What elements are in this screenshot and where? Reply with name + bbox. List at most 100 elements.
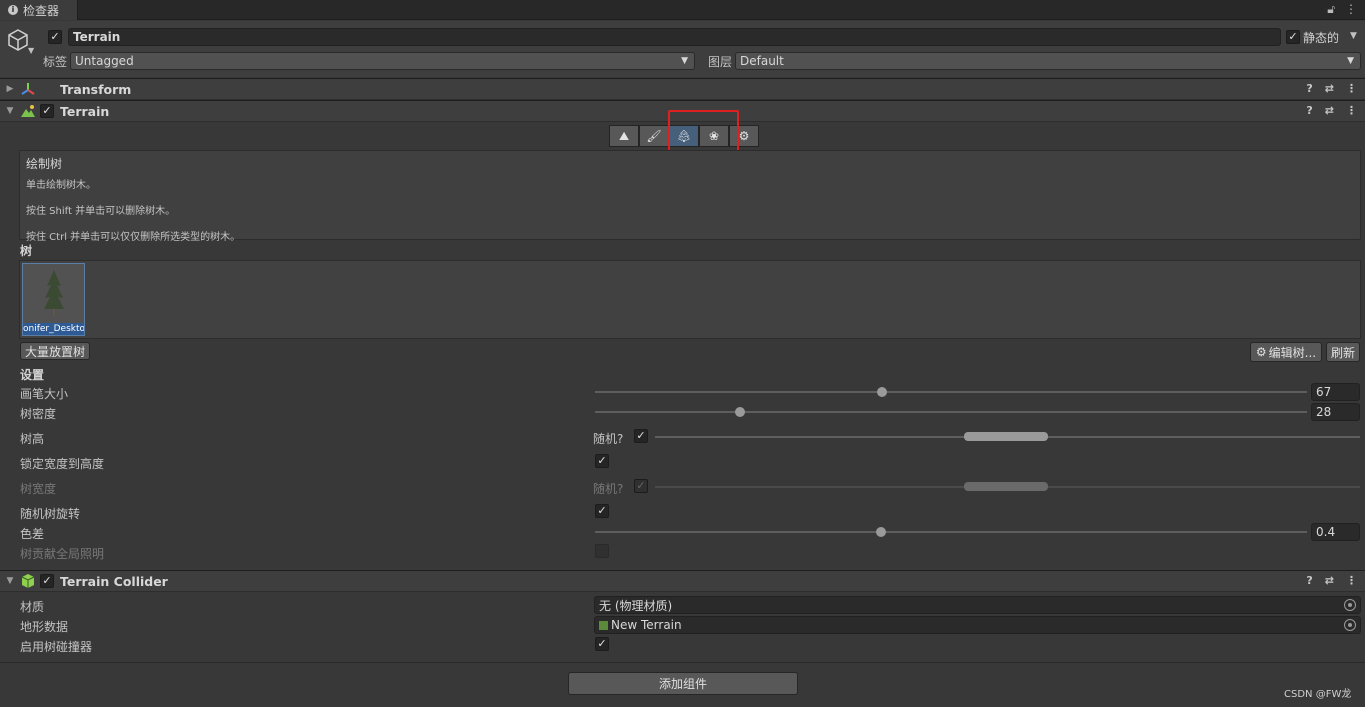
color-variation-slider-track[interactable] (595, 531, 1307, 533)
gear-icon: ⚙︎ (1255, 345, 1267, 359)
more-menu-icon[interactable]: ⋮ (1345, 2, 1357, 17)
material-object-field[interactable]: 无 (物理材质) (594, 596, 1361, 614)
tree-prototype-item[interactable]: onifer_Deskto (22, 263, 85, 336)
tree-density-slider-track[interactable] (595, 411, 1307, 413)
terrain-data-label: 地形数据 (20, 620, 69, 634)
brush-size-slider-knob[interactable] (877, 387, 887, 397)
conifer-tree-thumbnail (44, 270, 64, 316)
tag-dropdown[interactable]: Untagged ▼ (70, 52, 695, 70)
chevron-down-icon: ▼ (1347, 56, 1354, 66)
layer-dropdown[interactable]: Default ▼ (735, 52, 1361, 70)
lock-width-label: 锁定宽度到高度 (20, 457, 105, 471)
paint-texture-button[interactable]: 🖌︎ (639, 125, 669, 147)
tree-height-label: 树高 (20, 432, 45, 446)
terrain-settings-icon: ⚙︎ (738, 129, 750, 143)
collapse-arrow-icon[interactable]: ▼ (2, 106, 18, 116)
active-checkbox[interactable]: ✓ (48, 30, 62, 44)
preset-icon[interactable]: ⇄ (1325, 82, 1334, 95)
help-icon[interactable]: ? (1306, 574, 1312, 587)
tree-height-random-label: 随机? (593, 432, 624, 446)
inspector-tab-label: 检查器 (23, 3, 60, 18)
terrain-enabled-checkbox[interactable]: ✓ (40, 104, 54, 118)
contribute-gi-label: 树贡献全局照明 (20, 547, 105, 561)
color-variation-slider-knob[interactable] (876, 527, 886, 537)
tree-prototype-label: onifer_Deskto (23, 323, 84, 335)
inspector-tab[interactable]: i 检查器 (0, 0, 78, 20)
lock-width-checkbox[interactable]: ✓ (595, 454, 609, 468)
tag-label: 标签 (43, 55, 68, 69)
help-line: 单击绘制树木。 (26, 180, 96, 191)
transform-component-header[interactable]: ▶ Transform ? ⇄ ⋮ (0, 78, 1365, 100)
random-rotation-label: 随机树旋转 (20, 507, 81, 521)
add-component-button[interactable]: 添加组件 (568, 672, 798, 695)
tree-width-range-handle (964, 482, 1048, 491)
object-picker-icon[interactable] (1344, 599, 1356, 611)
brush-size-input[interactable]: 67 (1311, 383, 1360, 401)
tree-height-range-handle[interactable] (964, 432, 1048, 441)
material-label: 材质 (20, 600, 45, 614)
transform-title: Transform (60, 81, 132, 97)
tree-width-random-checkbox: ✓ (634, 479, 648, 493)
watermark: CSDN @FW龙 (1284, 689, 1352, 700)
paint-texture-icon: 🖌︎ (646, 129, 662, 143)
help-icon[interactable]: ? (1306, 82, 1312, 95)
help-icon[interactable]: ? (1306, 104, 1312, 117)
layer-label: 图层 (708, 55, 733, 69)
object-picker-icon[interactable] (1344, 619, 1356, 631)
terrain-collider-header[interactable]: ▼ ✓ Terrain Collider ? ⇄ ⋮ (0, 570, 1365, 592)
static-dropdown-icon[interactable]: ▼ (1350, 31, 1357, 41)
info-icon: i (8, 5, 18, 15)
icon-dropdown-icon[interactable]: ▼ (28, 46, 34, 55)
refresh-button[interactable]: 刷新 (1326, 342, 1360, 362)
paint-trees-help-box: 绘制树 单击绘制树木。 按住 Shift 并单击可以删除树木。 按住 Ctrl … (19, 150, 1361, 243)
help-line: 按住 Ctrl 并单击可以仅仅删除所选类型的树木。 (26, 232, 241, 243)
mass-place-trees-button[interactable]: 大量放置树 (20, 342, 90, 360)
more-menu-icon[interactable]: ⋮ (1346, 574, 1357, 587)
divider (0, 662, 1365, 663)
raise-lower-icon: ⛰︎ (618, 128, 630, 143)
tab-actions: 🔓︎ ⋮ (1327, 2, 1357, 17)
preset-icon[interactable]: ⇄ (1325, 104, 1334, 117)
color-variation-input[interactable]: 0.4 (1311, 523, 1360, 541)
tree-height-random-checkbox[interactable]: ✓ (634, 429, 648, 443)
inspector-tab-bar: i 检查器 🔓︎ ⋮ (0, 0, 1365, 20)
tree-density-label: 树密度 (20, 407, 57, 421)
gameobject-cube-icon (8, 29, 28, 51)
tree-width-random-label: 随机? (593, 482, 624, 496)
brush-size-slider-track[interactable] (595, 391, 1307, 393)
brush-size-label: 画笔大小 (20, 387, 69, 401)
terrain-title: Terrain (60, 103, 110, 119)
preset-icon[interactable]: ⇄ (1325, 574, 1334, 587)
color-variation-label: 色差 (20, 527, 45, 541)
help-title: 绘制树 (26, 157, 63, 171)
edit-trees-button[interactable]: ⚙︎ 编辑树... (1250, 342, 1322, 362)
expand-arrow-icon[interactable]: ▶ (2, 84, 18, 94)
tree-colliders-label: 启用树碰撞器 (20, 640, 93, 654)
static-label: 静态的 (1303, 31, 1340, 45)
settings-header: 设置 (20, 368, 45, 382)
tree-colliders-checkbox[interactable]: ✓ (595, 637, 609, 651)
tree-density-input[interactable]: 28 (1311, 403, 1360, 421)
collider-icon (21, 574, 35, 588)
tree-density-slider-knob[interactable] (735, 407, 745, 417)
collapse-arrow-icon[interactable]: ▼ (2, 576, 18, 586)
tree-list (19, 260, 1361, 339)
raise-lower-button[interactable]: ⛰︎ (609, 125, 639, 147)
contribute-gi-checkbox (595, 544, 609, 558)
transform-icon (21, 83, 35, 95)
static-checkbox[interactable]: ✓ (1286, 30, 1300, 44)
collider-enabled-checkbox[interactable]: ✓ (40, 574, 54, 588)
terrain-collider-title: Terrain Collider (60, 573, 168, 589)
terrain-data-object-field[interactable]: New Terrain (594, 616, 1361, 634)
more-menu-icon[interactable]: ⋮ (1346, 82, 1357, 95)
more-menu-icon[interactable]: ⋮ (1346, 104, 1357, 117)
lock-icon[interactable]: 🔓︎ (1327, 2, 1335, 17)
object-name-input[interactable]: Terrain (68, 28, 1281, 46)
random-rotation-checkbox[interactable]: ✓ (595, 504, 609, 518)
chevron-down-icon: ▼ (681, 56, 688, 66)
terrain-data-icon (599, 620, 608, 630)
help-line: 按住 Shift 并单击可以删除树木。 (26, 206, 176, 217)
trees-header: 树 (20, 244, 33, 258)
terrain-icon (21, 105, 35, 117)
tree-width-label: 树宽度 (20, 482, 57, 496)
